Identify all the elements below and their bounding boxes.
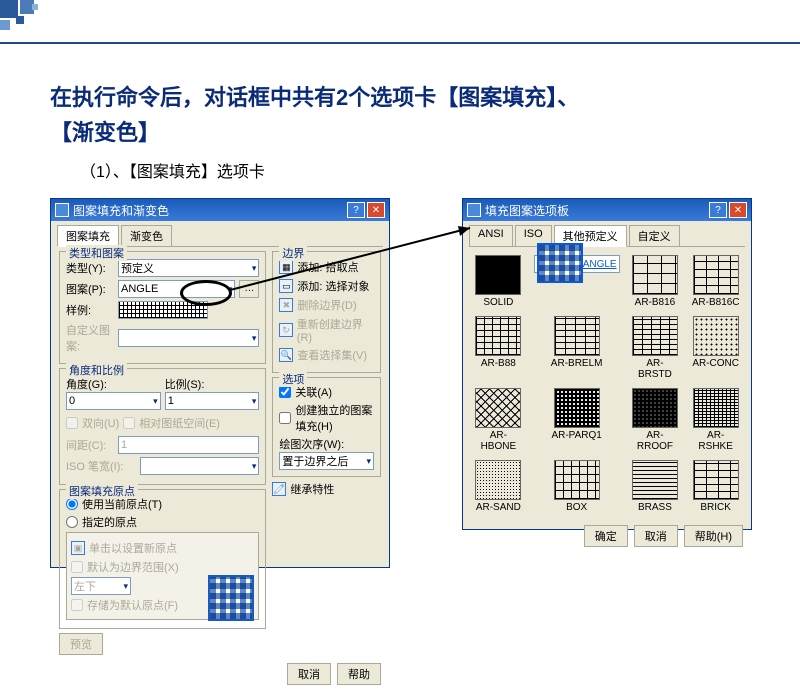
group-title: 选项 <box>279 371 307 387</box>
select-scale[interactable]: 1▾ <box>165 392 260 410</box>
group-origin: 图案填充原点 使用当前原点(T) 指定的原点 ▣单击以设置新原点 默认为边界范围… <box>59 489 266 629</box>
group-boundary: 边界 ▦添加: 拾取点 ▭添加: 选择对象 ✖删除边界(D) ↻重新创建边界(R… <box>272 251 381 373</box>
chk-relpaper: 相对图纸空间(E) <box>123 415 220 431</box>
group-title: 类型和图案 <box>66 245 127 261</box>
dialog-title: 填充图案选项板 <box>485 202 707 219</box>
help-button[interactable]: 帮助(H) <box>684 525 743 547</box>
pattern-cell[interactable]: AR-CONC <box>690 316 741 380</box>
pick-add-select[interactable]: ▭添加: 选择对象 <box>279 278 374 294</box>
label-type: 类型(Y): <box>66 260 114 276</box>
tab-gradient[interactable]: 渐变色 <box>121 225 172 246</box>
label-draworder: 绘图次序(W): <box>279 436 374 452</box>
pattern-browse-button[interactable]: … <box>239 280 259 298</box>
chk-default-bound: 默认为边界范围(X) <box>71 559 254 575</box>
pick-points-icon: ▦ <box>279 260 293 274</box>
select-custom: ▾ <box>118 329 259 347</box>
slide-subheading: （1）、【图案填充】选项卡 <box>80 158 265 182</box>
pattern-cell[interactable]: BRICK <box>690 460 741 513</box>
help-icon[interactable]: ? <box>709 202 727 218</box>
group-title: 角度和比例 <box>66 362 127 378</box>
label-scale: 比例(S): <box>165 379 205 391</box>
tab-hatch[interactable]: 图案填充 <box>57 225 119 247</box>
heading-line2: 【渐变色】 <box>50 120 160 145</box>
heading-line1: 在执行命令后，对话框中共有2个选项卡【图案填充】、 <box>50 85 579 110</box>
group-options: 选项 关联(A) 创建独立的图案填充(H) 绘图次序(W): 置于边界之后▾ <box>272 377 381 477</box>
radio-specified-origin[interactable]: 指定的原点 <box>66 514 259 530</box>
pattern-cell[interactable]: AR-PARQ1 <box>534 388 620 452</box>
pattern-cell[interactable]: AR-BRSTD <box>630 316 681 380</box>
pattern-cell[interactable]: AR-HBONE <box>473 388 524 452</box>
titlebar: 图案填充和渐变色 ? ✕ <box>51 199 389 221</box>
pattern-cell[interactable]: BRASS <box>630 460 681 513</box>
chk-inherit[interactable]: 🧷继承特性 <box>272 481 381 497</box>
label-isopen: ISO 笔宽(I): <box>66 458 136 474</box>
chevron-down-icon: ▾ <box>252 263 257 274</box>
group-type-pattern: 类型和图案 类型(Y): 预定义▾ 图案(P): ANGLE▾ … 样例: 自定… <box>59 251 266 364</box>
pattern-grid: SOLID ANGLE AR-B816 AR-B816C AR-B88 AR-B… <box>463 247 751 521</box>
pattern-cell[interactable]: AR-B816C <box>690 255 741 308</box>
close-icon[interactable]: ✕ <box>367 202 385 218</box>
pattern-cell[interactable]: AR-SAND <box>473 460 524 513</box>
cancel-button[interactable]: 取消 <box>287 663 331 685</box>
group-title: 边界 <box>279 245 307 261</box>
chk-separate[interactable]: 创建独立的图案填充(H) <box>279 402 374 434</box>
tab-ansi[interactable]: ANSI <box>469 225 513 246</box>
origin-preview-swatch <box>208 575 254 621</box>
tabs: ANSI ISO 其他预定义 自定义 <box>469 225 745 247</box>
slide-divider <box>0 42 800 44</box>
chk-double: 双向(U) <box>66 415 119 431</box>
dialog-title: 图案填充和渐变色 <box>73 202 345 219</box>
label-angle: 角度(G): <box>66 379 107 391</box>
preview-button: 预览 <box>59 633 103 655</box>
select-objects-icon: ▭ <box>279 279 293 293</box>
app-icon <box>467 203 481 217</box>
label-pattern: 图案(P): <box>66 281 114 297</box>
label-sample: 样例: <box>66 302 114 318</box>
label-spacing: 间距(C): <box>66 437 114 453</box>
pick-view: 🔍查看选择集(V) <box>279 347 374 363</box>
slide-corner-decor <box>0 0 50 40</box>
pattern-cell[interactable]: AR-BRELM <box>534 316 620 380</box>
help-button[interactable]: 帮助 <box>337 663 381 685</box>
select-draworder[interactable]: 置于边界之后▾ <box>279 452 374 470</box>
pattern-cell[interactable]: ANGLE <box>534 255 620 273</box>
titlebar: 填充图案选项板 ? ✕ <box>463 199 751 221</box>
select-angle[interactable]: 0▾ <box>66 392 161 410</box>
ok-button[interactable]: 确定 <box>584 525 628 547</box>
pattern-cell[interactable]: AR-B88 <box>473 316 524 380</box>
tabs: 图案填充 渐变色 <box>57 225 383 247</box>
pattern-cell[interactable]: AR-RROOF <box>630 388 681 452</box>
label-custom: 自定义图案: <box>66 322 114 354</box>
pattern-cell[interactable]: BOX <box>534 460 620 513</box>
btn-click-origin: ▣单击以设置新原点 <box>71 540 254 556</box>
inherit-icon: 🧷 <box>272 482 286 496</box>
pattern-cell[interactable]: AR-B816 <box>630 255 681 308</box>
select-corner: 左下▾ <box>71 577 131 595</box>
select-type[interactable]: 预定义▾ <box>118 259 259 277</box>
slide-heading: 在执行命令后，对话框中共有2个选项卡【图案填充】、 【渐变色】 <box>50 80 760 150</box>
pick-delete: ✖删除边界(D) <box>279 297 374 313</box>
app-icon <box>55 203 69 217</box>
pattern-palette-dialog: 填充图案选项板 ? ✕ ANSI ISO 其他预定义 自定义 SOLID ANG… <box>462 198 752 530</box>
help-icon[interactable]: ? <box>347 202 365 218</box>
cancel-button[interactable]: 取消 <box>634 525 678 547</box>
close-icon[interactable]: ✕ <box>729 202 747 218</box>
pattern-cell[interactable]: SOLID <box>473 255 524 308</box>
pick-recreate: ↻重新创建边界(R) <box>279 316 374 344</box>
pattern-cell[interactable]: AR-RSHKE <box>690 388 741 452</box>
group-angle-scale: 角度和比例 角度(G): 0▾ 比例(S): 1▾ 双向(U) 相对图纸空间(E… <box>59 368 266 485</box>
callout-circle <box>180 280 232 306</box>
group-title: 图案填充原点 <box>66 483 138 499</box>
hatch-dialog: 图案填充和渐变色 ? ✕ 图案填充 渐变色 类型和图案 类型(Y): 预定义▾ … <box>50 198 390 568</box>
tab-custom[interactable]: 自定义 <box>629 225 680 246</box>
pick-add-points[interactable]: ▦添加: 拾取点 <box>279 259 374 275</box>
